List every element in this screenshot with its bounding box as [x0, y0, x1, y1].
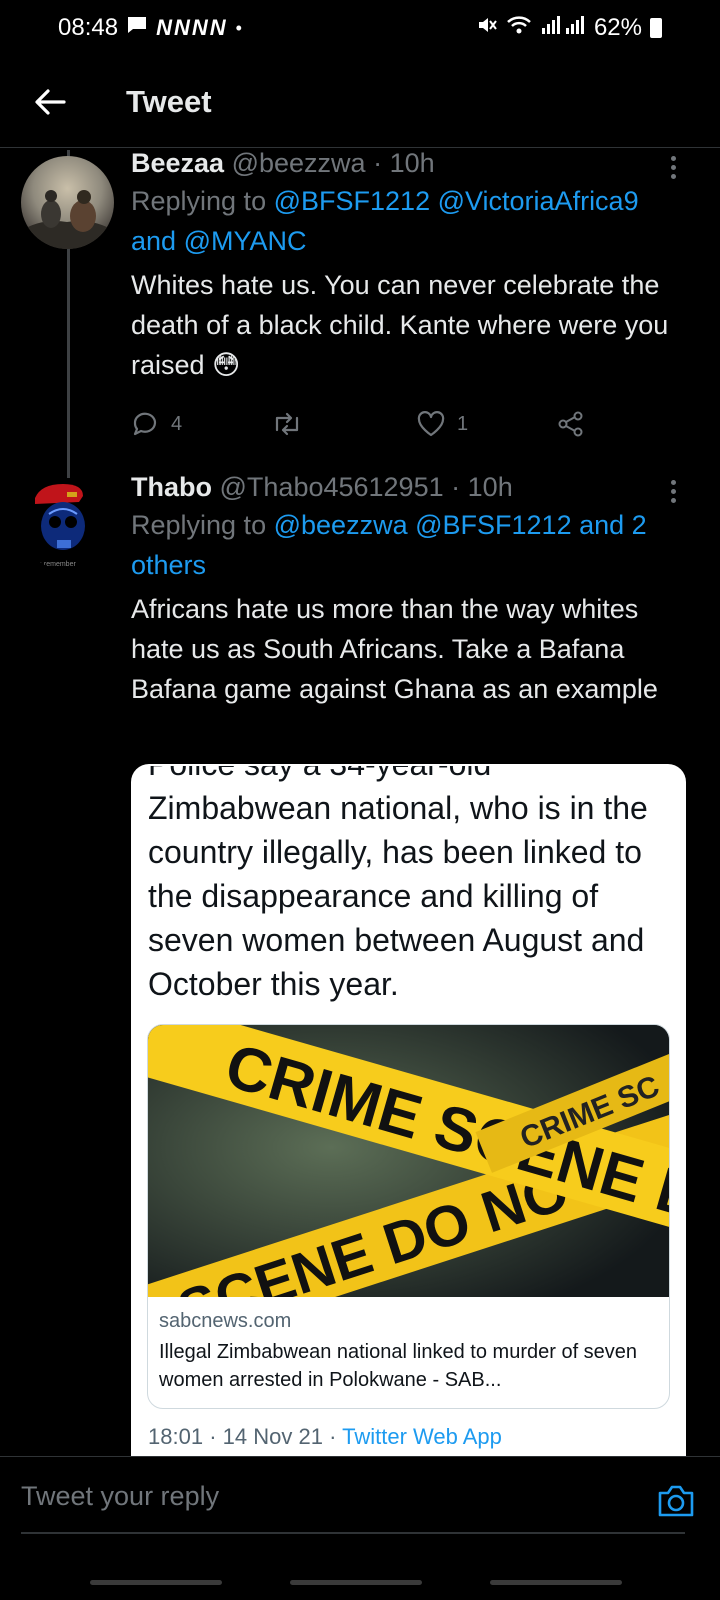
- link-preview[interactable]: SCENE DO NOT CRIME SCENE DO NOT CROSS CR…: [147, 1024, 670, 1409]
- tweet-text: Whites hate us. You can never celebrate …: [131, 265, 691, 385]
- source-app-link[interactable]: Twitter Web App: [342, 1424, 502, 1449]
- avatar-thabo[interactable]: we remember: [21, 478, 114, 571]
- reply-count: 4: [171, 412, 183, 435]
- mute-icon: [476, 14, 498, 43]
- handle[interactable]: @beezzwa: [232, 148, 366, 178]
- card-cut-text: Police say a 34-year-old: [148, 766, 491, 786]
- back-arrow-icon: [35, 88, 66, 115]
- reply-composer: [0, 1456, 720, 1544]
- card-cut-line: Police say a 34-year-old: [148, 766, 668, 786]
- replying-to: Replying to @BFSF1212 @VictoriaAfrica9 a…: [131, 181, 691, 261]
- nav-back-handle[interactable]: [490, 1580, 622, 1585]
- status-bar-left: 08:48 NNNN •: [58, 14, 242, 42]
- avatar-beezaa[interactable]: [21, 156, 114, 249]
- status-bar-right: 62%: [476, 14, 662, 43]
- like-count: 1: [457, 412, 469, 435]
- card-body-text: Zimbabwean national, who is in the count…: [148, 790, 648, 1002]
- mention-link[interactable]: @VictoriaAfrica9: [438, 186, 639, 216]
- more-options-button[interactable]: [671, 480, 677, 506]
- page-title: Tweet: [126, 83, 212, 119]
- more-vertical-icon: [671, 480, 676, 485]
- link-preview-image: SCENE DO NOT CRIME SCENE DO NOT CROSS CR…: [148, 1025, 669, 1297]
- more-options-button[interactable]: [671, 156, 677, 182]
- reply-input[interactable]: [21, 1481, 581, 1512]
- tweet-meta: Thabo @Thabo45612951 · 10h: [131, 472, 691, 503]
- display-name[interactable]: Thabo: [131, 472, 212, 502]
- card-text: Police say a 34-year-old Zimbabwean nati…: [148, 766, 668, 1006]
- replying-to: Replying to @beezzwa @BFSF1212 and 2 oth…: [131, 505, 691, 585]
- avatar-caption: we remember: [32, 561, 76, 568]
- mention-link[interactable]: @BFSF1212: [415, 510, 571, 540]
- replying-prefix: Replying to: [131, 186, 267, 216]
- retweet-button[interactable]: [271, 410, 417, 438]
- display-name[interactable]: Beezaa: [131, 148, 224, 178]
- card-timestamp: 18:01 · 14 Nov 21 · Twitter Web App: [148, 1424, 502, 1450]
- timestamp-time: 18:01: [148, 1424, 204, 1449]
- status-dot: •: [235, 17, 242, 38]
- timestamp-date: 14 Nov 21: [222, 1424, 323, 1449]
- wifi-icon: [506, 14, 532, 43]
- top-bar: Tweet: [0, 56, 720, 148]
- nav-home-handle[interactable]: [290, 1580, 422, 1585]
- meta-separator: ·: [373, 148, 383, 178]
- timestamp-separator: ·: [209, 1424, 217, 1449]
- like-icon: [417, 411, 445, 437]
- share-button[interactable]: [557, 410, 585, 438]
- camera-icon: [658, 1485, 694, 1517]
- signal-icon: [540, 14, 586, 43]
- link-title[interactable]: Illegal Zimbabwean national linked to mu…: [159, 1338, 659, 1394]
- tweet-actions: 4 1: [131, 404, 601, 444]
- replying-prefix: Replying to: [131, 510, 267, 540]
- tweet-beezaa[interactable]: Beezaa @beezzwa · 10h Replying to @BFSF1…: [131, 148, 691, 385]
- mention-link[interactable]: @MYANC: [184, 226, 307, 256]
- flushed-emoji: 😳: [212, 350, 241, 380]
- tweet-age: 10h: [389, 148, 435, 178]
- mention-link[interactable]: @BFSF1212: [274, 186, 430, 216]
- reply-icon: [133, 412, 157, 436]
- share-icon: [558, 411, 583, 437]
- meta-separator: ·: [451, 472, 461, 502]
- tweet-text: Africans hate us more than the way white…: [131, 594, 658, 704]
- reply-divider: [21, 1532, 685, 1534]
- tweet-thabo[interactable]: Thabo @Thabo45612951 · 10h Replying to @…: [131, 472, 691, 709]
- tweet-age: 10h: [467, 472, 513, 502]
- retweet-icon: [275, 412, 299, 436]
- status-time: 08:48: [58, 14, 119, 41]
- timestamp-separator: ·: [329, 1424, 337, 1449]
- reply-button[interactable]: 4: [131, 410, 271, 438]
- system-nav-bar: [0, 1550, 720, 1600]
- link-domain: sabcnews.com: [159, 1310, 292, 1332]
- like-button[interactable]: 1: [417, 411, 557, 437]
- more-vertical-icon: [671, 156, 676, 161]
- camera-button[interactable]: [656, 1483, 696, 1519]
- battery-icon: [650, 18, 662, 38]
- notification-icons: NNNN: [156, 15, 228, 40]
- handle[interactable]: @Thabo45612951: [220, 472, 444, 502]
- back-button[interactable]: [0, 56, 100, 148]
- mention-link[interactable]: @beezzwa: [274, 510, 408, 540]
- message-icon: [126, 14, 148, 42]
- mention-connector: and: [131, 226, 177, 256]
- status-bar: 08:48 NNNN • 62%: [0, 0, 720, 56]
- nav-recents-handle[interactable]: [90, 1580, 222, 1585]
- quoted-content-card[interactable]: Police say a 34-year-old Zimbabwean nati…: [131, 764, 686, 1456]
- tweet-meta: Beezaa @beezzwa · 10h: [131, 148, 691, 179]
- battery-level: 62%: [593, 14, 642, 41]
